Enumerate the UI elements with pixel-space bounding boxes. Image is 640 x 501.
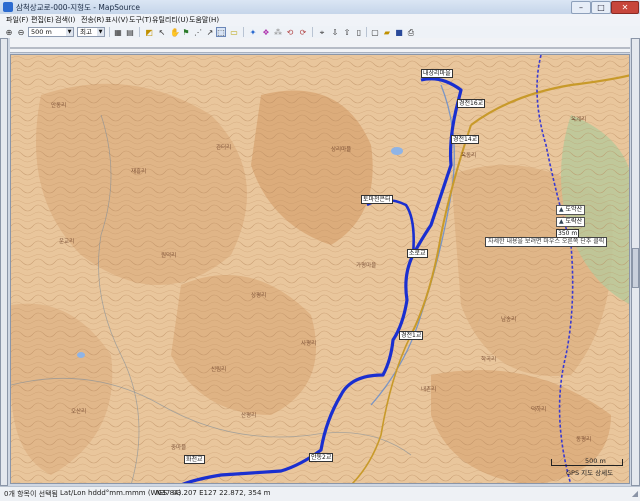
- zoom-value: 500 m: [31, 28, 52, 36]
- menu-find[interactable]: 검색(I): [55, 15, 75, 25]
- new-file-icon[interactable]: ▢: [370, 27, 380, 37]
- waypoint-label[interactable]: 경전16교: [457, 99, 486, 108]
- window-title: 삼척상교로-000-지형도 - MapSource: [16, 3, 140, 12]
- waypoint-label[interactable]: 화천교: [184, 455, 205, 464]
- route-icon[interactable]: ⋰: [193, 27, 203, 37]
- cursor-position: N37 03.207 E127 22.872, 354 m: [156, 489, 271, 497]
- map-tooltip: 자세한 내용을 보려면 마우스 오른쪽 단추 클릭: [485, 237, 608, 247]
- map-place-label: 옥동리: [461, 153, 477, 159]
- device-icon[interactable]: ▯: [354, 27, 364, 37]
- print-icon[interactable]: ⎙: [406, 27, 416, 37]
- close-button[interactable]: ✕: [611, 1, 639, 14]
- hand-icon[interactable]: ✋: [169, 27, 180, 37]
- map-place-label: 옥계리: [571, 117, 587, 123]
- track-join-icon[interactable]: ⟳: [298, 27, 308, 37]
- peak-label[interactable]: ▲ 도락산: [556, 217, 586, 227]
- map-place-label: 관터리: [216, 145, 232, 151]
- maximize-button[interactable]: □: [591, 1, 611, 14]
- peak-name: 도락산: [565, 218, 583, 225]
- waypoint-label[interactable]: 토마천은터: [361, 195, 393, 204]
- zoom-in-icon[interactable]: ⊕: [4, 27, 14, 37]
- map-place-label: 학곡리: [481, 357, 497, 363]
- waypoint-label[interactable]: 경전1교: [399, 331, 424, 340]
- map-place-label: 가평마을: [356, 263, 377, 269]
- map-place-label: 산평리: [241, 413, 257, 419]
- map-place-label: 동평리: [576, 437, 592, 443]
- toolbar-separator: [109, 27, 110, 37]
- selection-box-icon[interactable]: ⬚: [216, 27, 226, 37]
- toolbar-separator: [139, 27, 140, 37]
- waypoint-label[interactable]: 안동2교: [309, 453, 334, 462]
- waypoint-label[interactable]: 소로교: [407, 249, 428, 258]
- menu-file[interactable]: 파일(F): [6, 15, 28, 25]
- pointer-icon[interactable]: ↖: [157, 27, 167, 37]
- track-icon[interactable]: ✦: [248, 27, 258, 37]
- map-place-label: 남송리: [501, 317, 517, 323]
- menu-transfer[interactable]: 전송(R): [81, 15, 104, 25]
- toolbar-separator: [312, 27, 313, 37]
- receive-device-icon[interactable]: ⇩: [330, 27, 340, 37]
- map-set-icon[interactable]: ▤: [125, 27, 135, 37]
- map-frame: 재흥리 관터리 상리마을 운교리 원덕리 상평리 가평마을 옥동리 신림리 오산…: [0, 38, 640, 486]
- toolbar-separator: [366, 27, 367, 37]
- terrain-layer: [11, 55, 629, 483]
- peak-label[interactable]: ▲ 도악산: [556, 205, 586, 215]
- title-bar: 삼척상교로-000-지형도 - MapSource – □ ✕: [0, 0, 640, 15]
- selection-status: 0개 항목이 선택됨: [4, 490, 58, 498]
- map-place-label: 운교리: [59, 239, 75, 245]
- map-place-label: 사평리: [301, 341, 317, 347]
- menu-utilities[interactable]: 유틸리티(U): [152, 15, 188, 25]
- detail-value: 최고: [80, 28, 92, 36]
- resize-grip-icon[interactable]: ◢: [632, 489, 638, 498]
- map-place-label: 상평리: [251, 293, 267, 299]
- measure-icon[interactable]: ↗: [205, 27, 215, 37]
- map-attribution: GPS 지도 상세도: [566, 469, 614, 477]
- toolbar-separator: [243, 27, 244, 37]
- track-filter-icon[interactable]: ⁂: [273, 27, 283, 37]
- save-icon[interactable]: ■: [394, 27, 404, 37]
- select-map-icon[interactable]: ◩: [144, 27, 154, 37]
- map-place-label: 재흥리: [131, 169, 147, 175]
- detail-select[interactable]: 최고 ▼: [77, 27, 105, 37]
- map-place-label: 덕하리: [531, 407, 547, 413]
- map-place-label: 상리마을: [331, 147, 352, 153]
- app-icon: [3, 2, 13, 12]
- status-bar: 0개 항목이 선택됨 Lat/Lon hddd°mm.mmm (WGS 84) …: [0, 486, 640, 501]
- menu-edit[interactable]: 편집(E): [31, 15, 54, 25]
- map-place-label: 원덕리: [161, 253, 177, 259]
- menu-tools[interactable]: 도구(T): [129, 15, 152, 25]
- zoom-select[interactable]: 500 m ▼: [28, 27, 74, 37]
- map-ruler: [10, 38, 630, 53]
- map-place-label: 신림리: [211, 367, 227, 373]
- scale-label: 500 m: [585, 457, 606, 465]
- waypoint-label[interactable]: 내상리마을: [421, 69, 453, 78]
- open-folder-icon[interactable]: ▰: [382, 27, 392, 37]
- menu-help[interactable]: 도움말(H): [189, 15, 219, 25]
- chevron-down-icon: ▼: [66, 28, 73, 36]
- map-place-label: 중마을: [171, 445, 187, 451]
- chevron-down-icon: ▼: [97, 28, 104, 36]
- ruler-icon[interactable]: ▭: [229, 27, 239, 37]
- ruler-ticks: [10, 47, 630, 49]
- find-places-icon[interactable]: ⌖: [317, 27, 327, 37]
- map-place-label: 내촌리: [421, 387, 437, 393]
- route-color-icon[interactable]: ❖: [261, 27, 271, 37]
- waypoint-label[interactable]: 경전14교: [451, 135, 480, 144]
- scrollbar-thumb[interactable]: [632, 248, 639, 288]
- zoom-out-icon[interactable]: ⊖: [16, 27, 26, 37]
- map-place-label: 안동리: [51, 103, 67, 109]
- minimize-button[interactable]: –: [571, 1, 591, 14]
- vertical-scrollbar-left[interactable]: [0, 38, 8, 486]
- track-split-icon[interactable]: ⟲: [285, 27, 295, 37]
- map-place-label: 오산리: [71, 409, 87, 415]
- peak-name: 도악산: [565, 206, 583, 213]
- waypoint-flag-icon[interactable]: ⚑: [181, 27, 191, 37]
- map-icon[interactable]: ▦: [113, 27, 123, 37]
- topographic-map[interactable]: 재흥리 관터리 상리마을 운교리 원덕리 상평리 가평마을 옥동리 신림리 오산…: [10, 54, 630, 484]
- menu-view[interactable]: 표시(V): [105, 15, 128, 25]
- send-device-icon[interactable]: ⇧: [342, 27, 352, 37]
